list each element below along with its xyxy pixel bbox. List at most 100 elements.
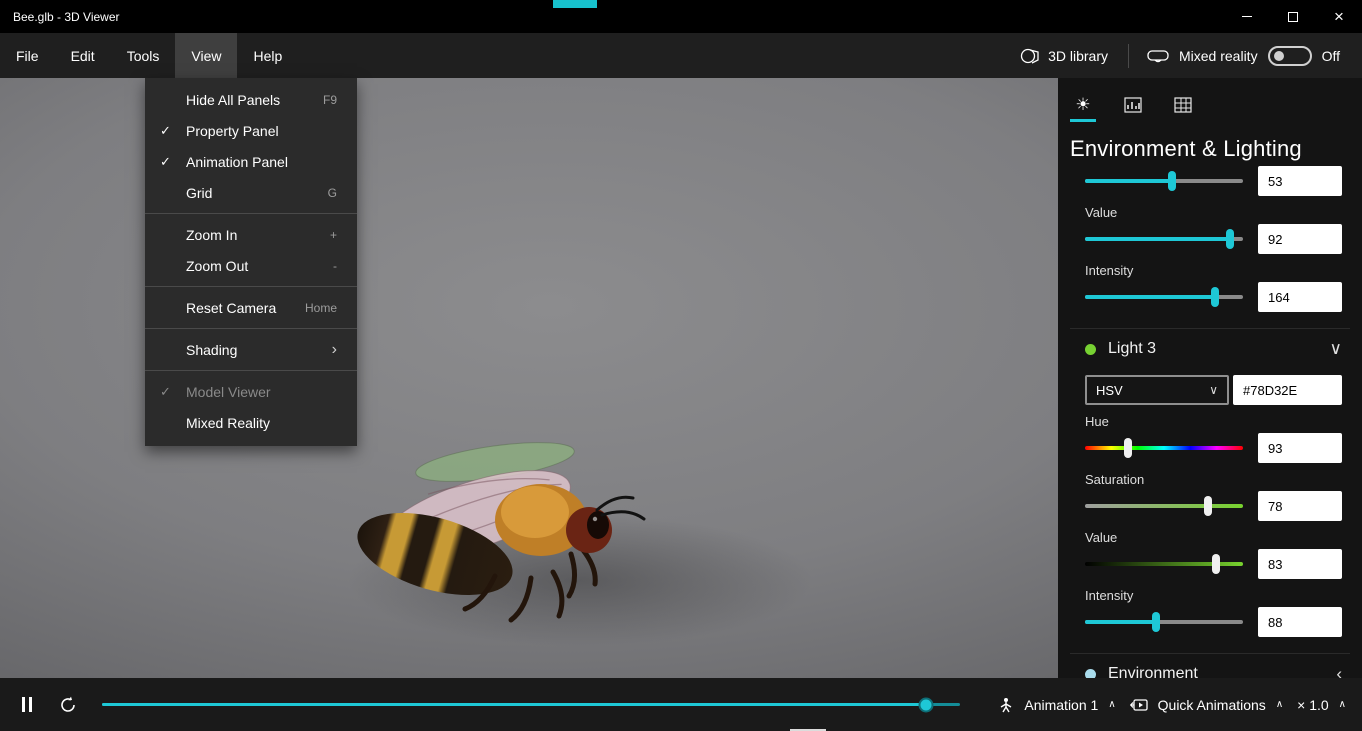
mixed-reality-state: Off [1321,47,1340,64]
close-button[interactable]: × [1316,0,1362,33]
slider-handle[interactable] [1226,229,1235,249]
slider-handle[interactable] [1204,496,1213,516]
playback-speed-button[interactable]: × 1.0 ∧ [1297,697,1346,713]
hex-color-input[interactable] [1233,375,1342,405]
saturation-label: Saturation [1085,472,1145,487]
menu-help[interactable]: Help [237,33,298,78]
tab-lighting[interactable]: ☀ [1070,96,1096,122]
accent-mark [553,0,597,8]
intensity-label: Intensity [1085,263,1134,278]
chevron-left-icon[interactable]: ‹ [1336,664,1342,678]
environment-name: Environment [1108,665,1198,678]
titlebar: Bee.glb - 3D Viewer × [0,0,1362,33]
minimize-button[interactable] [1224,0,1270,33]
slider-handle[interactable] [1123,438,1132,458]
check-icon: ✓ [160,383,171,399]
stats-icon [1124,97,1142,113]
menu-item-shading[interactable]: Shading › [145,334,357,365]
environment-lighting-panel: ☀ Environment & Lighting 53 Value 92 Int… [1058,78,1362,678]
menubar-separator [1127,43,1129,68]
mixed-reality-icon [1147,49,1169,62]
environment-section-header[interactable]: Environment ‹ [1070,653,1350,678]
3d-library-icon [1020,48,1039,64]
menu-item-hide-all-panels[interactable]: Hide All Panels F9 [145,84,357,115]
menu-item-reset-camera[interactable]: Reset Camera Home [145,292,357,323]
mixed-reality-toggle[interactable] [1267,45,1312,66]
slider-handle[interactable] [1210,287,1219,307]
3d-library-label: 3D library [1048,47,1108,64]
toggle-knob [1273,50,1284,61]
light2-intensity-input[interactable] [1258,282,1342,312]
close-icon: × [1334,7,1344,26]
menu-separator [145,286,357,287]
light2-value-slider[interactable] [1085,224,1243,254]
menu-separator [145,213,357,214]
light3-section-header[interactable]: Light 3 ∨ [1070,328,1350,369]
animation-bar: Animation 1 ∧ Quick Animations ∧ × 1.0 ∧ [0,678,1362,731]
chevron-down-icon: ∨ [1209,383,1218,397]
value-label: Value [1085,205,1118,220]
menu-item-grid[interactable]: Grid G [145,177,357,208]
light2-value-input[interactable] [1258,224,1342,254]
animation-selector[interactable]: Animation 1 ∧ [996,696,1116,714]
slider-handle[interactable] [1152,612,1161,632]
grid-icon [1174,97,1192,113]
check-icon: ✓ [160,122,171,138]
intensity-label: Intensity [1085,588,1134,603]
light2-saturation-slider[interactable] [1085,166,1243,196]
view-menu-dropdown: Hide All Panels F9 ✓ Property Panel ✓ An… [145,78,357,446]
menubar: File Edit Tools View Help 3D library Mix… [0,33,1362,78]
menu-tools[interactable]: Tools [111,33,176,78]
menu-view[interactable]: View [175,33,238,78]
hue-slider[interactable] [1085,433,1243,463]
timeline-slider[interactable] [102,697,961,712]
chevron-up-icon: ∧ [1275,699,1284,710]
environment-color-dot [1085,668,1096,678]
quick-animations-label: Quick Animations [1157,696,1266,713]
saturation-slider[interactable] [1085,491,1243,521]
menu-edit[interactable]: Edit [55,33,111,78]
color-mode-value: HSV [1096,382,1123,398]
menu-item-model-viewer[interactable]: ✓ Model Viewer [145,376,357,407]
chevron-right-icon: › [331,340,337,358]
window-title: Bee.glb - 3D Viewer [13,9,120,24]
3d-library-button[interactable]: 3D library [1010,47,1118,65]
chevron-down-icon[interactable]: ∨ [1330,339,1342,359]
tab-grid[interactable] [1170,97,1196,122]
chevron-up-icon: ∧ [1338,699,1346,710]
light2-saturation-input[interactable] [1258,166,1342,196]
timeline-handle[interactable] [918,697,934,712]
slider-handle[interactable] [1212,554,1221,574]
bee-model[interactable] [345,426,685,626]
menu-separator [145,328,357,329]
value-input[interactable] [1258,549,1342,579]
panel-tabs: ☀ [1058,78,1362,122]
maximize-button[interactable] [1270,0,1316,33]
saturation-input[interactable] [1258,491,1342,521]
speed-label: × 1.0 [1297,696,1329,713]
mixed-reality-control: Mixed reality Off [1139,45,1340,66]
loop-button[interactable] [58,695,78,715]
quick-animations-icon [1129,698,1148,711]
animation-icon [1001,697,1012,712]
light3-intensity-input[interactable] [1258,607,1342,637]
menu-item-zoom-out[interactable]: Zoom Out - [145,250,357,281]
menu-file[interactable]: File [0,33,55,78]
light2-intensity-slider[interactable] [1085,282,1243,312]
hue-input[interactable] [1258,433,1342,463]
menu-item-property-panel[interactable]: ✓ Property Panel [145,115,357,146]
sun-icon: ☀ [1075,95,1091,114]
menu-item-animation-panel[interactable]: ✓ Animation Panel [145,146,357,177]
value-slider[interactable] [1085,549,1243,579]
light3-intensity-slider[interactable] [1085,607,1243,637]
panel-title: Environment & Lighting [1070,136,1302,161]
mixed-reality-label: Mixed reality [1178,47,1258,64]
tab-stats[interactable] [1120,97,1146,122]
quick-animations-button[interactable]: Quick Animations ∧ [1129,696,1284,713]
color-mode-select[interactable]: HSV ∨ [1085,375,1229,405]
menu-item-zoom-in[interactable]: Zoom In + [145,219,357,250]
menu-item-mixed-reality[interactable]: Mixed Reality [145,407,357,438]
minimize-icon [1242,16,1252,17]
slider-handle[interactable] [1167,171,1176,191]
pause-button[interactable] [14,692,40,718]
